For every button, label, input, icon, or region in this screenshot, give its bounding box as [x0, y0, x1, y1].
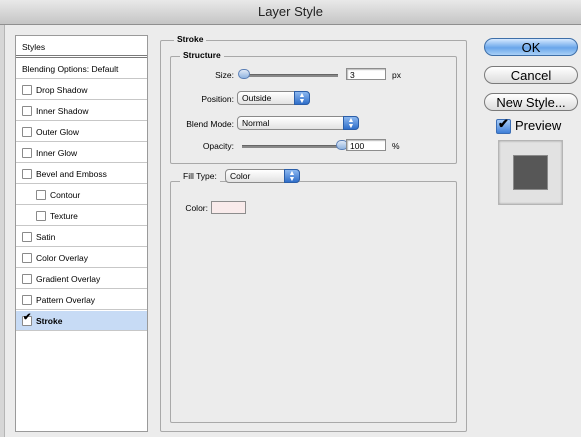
style-item-outer-glow[interactable]: Outer Glow	[16, 122, 147, 142]
style-item-inner-glow[interactable]: Inner Glow	[16, 143, 147, 163]
chevron-updown-icon: ▲ ▼	[284, 169, 300, 183]
contour-checkbox[interactable]	[36, 189, 46, 200]
new-style-button[interactable]: New Style...	[484, 93, 578, 111]
gradient-overlay-checkbox[interactable]	[22, 273, 32, 284]
style-item-label: Stroke	[36, 316, 63, 326]
preview-label: Preview	[515, 118, 562, 133]
position-select[interactable]: Outside ▲ ▼	[237, 91, 310, 105]
style-item-label: Color Overlay	[36, 253, 88, 263]
opacity-label: Opacity:	[202, 141, 234, 151]
style-item-label: Gradient Overlay	[36, 274, 101, 284]
style-item-stroke[interactable]: ✔ Stroke	[16, 311, 147, 331]
style-item-label: Drop Shadow	[36, 85, 88, 95]
window-title: Layer Style	[0, 0, 581, 25]
style-item-label: Outer Glow	[36, 127, 79, 137]
fill-type-group	[170, 181, 457, 423]
style-item-satin[interactable]: Satin	[16, 227, 147, 247]
style-item-contour[interactable]: Contour	[16, 185, 147, 205]
blending-options-item[interactable]: Blending Options: Default	[16, 59, 147, 79]
ok-button[interactable]: OK	[484, 38, 578, 56]
bevel-emboss-checkbox[interactable]	[22, 168, 32, 179]
style-item-bevel-emboss[interactable]: Bevel and Emboss	[16, 164, 147, 184]
pattern-overlay-checkbox[interactable]	[22, 294, 32, 305]
blend-mode-select[interactable]: Normal ▲ ▼	[237, 116, 359, 130]
outer-glow-checkbox[interactable]	[22, 126, 32, 137]
structure-group-title: Structure	[180, 50, 224, 60]
size-unit: px	[392, 70, 401, 80]
preview-toggle[interactable]: ✔ Preview	[496, 117, 562, 135]
chevron-updown-icon: ▲ ▼	[343, 116, 359, 130]
style-preview	[498, 140, 563, 205]
style-item-drop-shadow[interactable]: Drop Shadow	[16, 80, 147, 100]
style-item-label: Inner Shadow	[36, 106, 89, 116]
style-item-color-overlay[interactable]: Color Overlay	[16, 248, 147, 268]
preview-thumbnail	[513, 155, 548, 190]
position-label: Position:	[201, 94, 234, 104]
cancel-button[interactable]: Cancel	[484, 66, 578, 84]
position-value: Outside	[242, 93, 272, 103]
stroke-group-title: Stroke	[174, 34, 207, 44]
style-item-label: Contour	[50, 190, 81, 200]
texture-checkbox[interactable]	[36, 210, 46, 221]
color-label: Color:	[185, 203, 208, 213]
fill-type-select[interactable]: Color ▲ ▼	[225, 169, 300, 183]
window-left-edge	[0, 0, 5, 437]
size-slider-knob[interactable]	[238, 69, 250, 79]
fill-type-label: Fill Type:	[180, 169, 220, 183]
style-item-pattern-overlay[interactable]: Pattern Overlay	[16, 290, 147, 310]
style-item-gradient-overlay[interactable]: Gradient Overlay	[16, 269, 147, 289]
blend-mode-label: Blend Mode:	[186, 119, 234, 129]
opacity-input[interactable]: 100	[346, 139, 386, 151]
chevron-updown-icon: ▲ ▼	[294, 91, 310, 105]
color-overlay-checkbox[interactable]	[22, 252, 32, 263]
size-input[interactable]: 3	[346, 68, 386, 80]
size-label: Size:	[215, 70, 234, 80]
inner-shadow-checkbox[interactable]	[22, 105, 32, 116]
style-item-label: Inner Glow	[36, 148, 78, 158]
stroke-checkbox[interactable]: ✔	[22, 312, 32, 326]
styles-list: Styles Blending Options: Default Drop Sh…	[15, 35, 148, 432]
inner-glow-checkbox[interactable]	[22, 147, 32, 158]
size-slider-track[interactable]	[240, 74, 338, 77]
style-item-label: Bevel and Emboss	[36, 169, 107, 179]
fill-type-value: Color	[230, 171, 251, 181]
drop-shadow-checkbox[interactable]	[22, 84, 32, 95]
styles-list-header[interactable]: Styles	[16, 36, 147, 58]
blend-mode-value: Normal	[242, 118, 270, 128]
style-item-label: Texture	[50, 211, 78, 221]
style-item-texture[interactable]: Texture	[16, 206, 147, 226]
color-swatch[interactable]	[211, 201, 246, 214]
opacity-slider-track[interactable]	[242, 145, 340, 148]
satin-checkbox[interactable]	[22, 231, 32, 242]
style-item-label: Pattern Overlay	[36, 295, 96, 305]
opacity-unit: %	[392, 141, 400, 151]
style-item-inner-shadow[interactable]: Inner Shadow	[16, 101, 147, 121]
preview-checkbox[interactable]: ✔	[496, 117, 511, 135]
style-item-label: Satin	[36, 232, 56, 242]
